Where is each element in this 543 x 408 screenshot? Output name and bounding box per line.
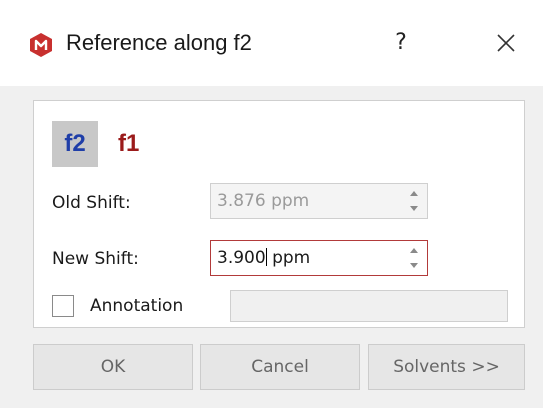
ok-button[interactable]: OK [33,344,193,390]
new-shift-spin-arrows[interactable] [407,244,421,272]
new-shift-number: 3.900 [217,248,266,268]
dialog-body: f2 f1 Old Shift: 3.876 ppm New Shift: 3.… [0,86,543,408]
new-shift-label: New Shift: [52,249,139,269]
title-bar: Reference along f2 ? [0,0,543,86]
old-shift-label: Old Shift: [52,193,131,213]
spin-down-icon[interactable] [410,263,418,268]
solvents-button[interactable]: Solvents >> [368,344,525,390]
spin-down-icon [410,206,418,211]
old-shift-value: 3.876 ppm [217,191,310,211]
annotation-checkbox[interactable] [52,295,74,317]
reference-group: f2 f1 Old Shift: 3.876 ppm New Shift: 3.… [33,100,525,328]
new-shift-unit: ppm [266,248,311,268]
spin-up-icon [410,191,418,196]
new-shift-spinbox[interactable]: 3.900 ppm [210,240,428,276]
cancel-button[interactable]: Cancel [200,344,360,390]
app-logo-icon [30,33,52,57]
annotation-label[interactable]: Annotation [90,296,183,316]
spin-up-icon[interactable] [410,248,418,253]
old-shift-spin-arrows [407,187,421,215]
help-button[interactable]: ? [386,26,416,60]
old-shift-spinbox: 3.876 ppm [210,183,428,219]
dimension-f1-button[interactable]: f1 [118,121,158,167]
close-icon[interactable] [490,26,522,60]
new-shift-input[interactable]: 3.900 ppm [217,248,310,268]
window-title: Reference along f2 [66,30,252,55]
dimension-f2-button[interactable]: f2 [52,121,98,167]
annotation-input [230,290,508,322]
